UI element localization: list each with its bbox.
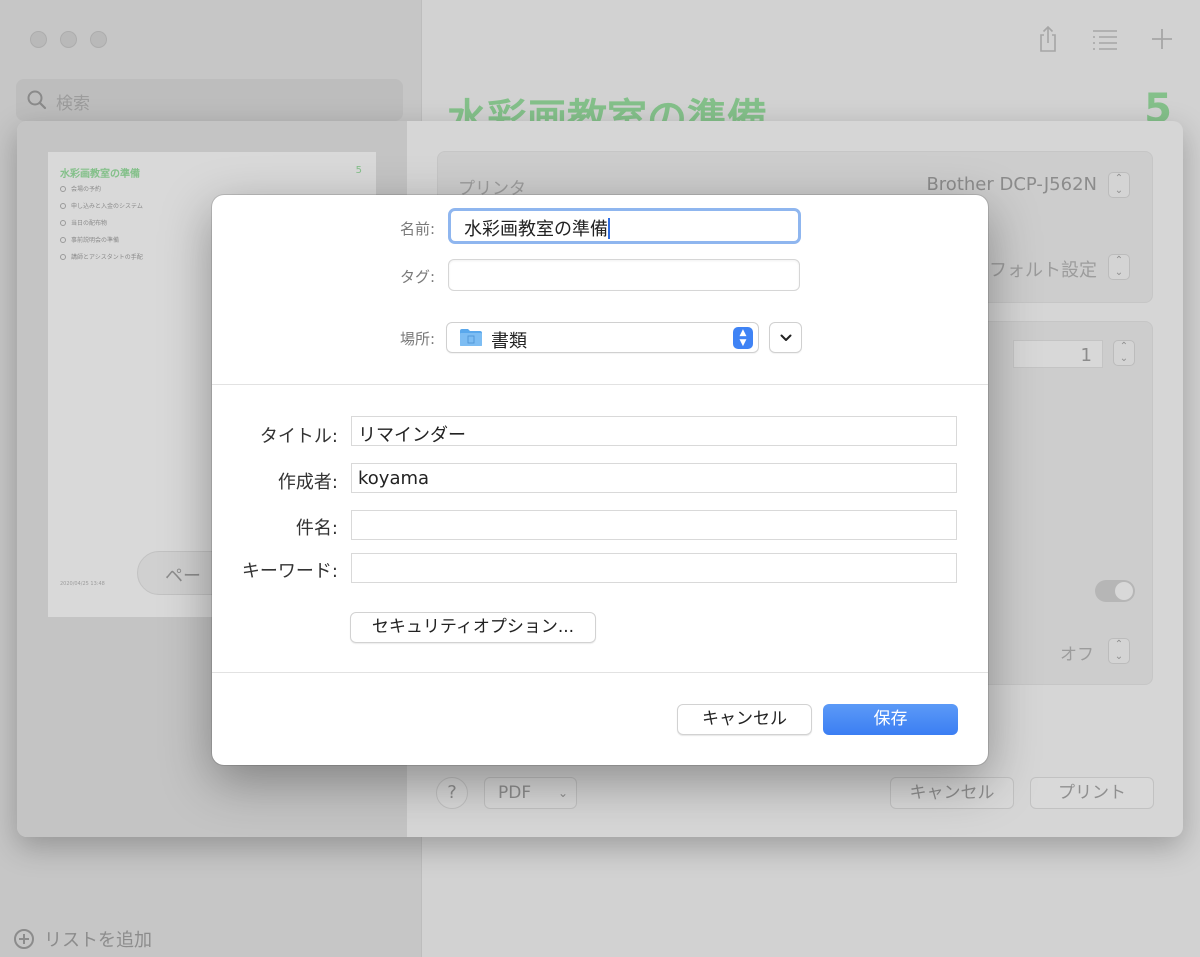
divider [212,384,988,385]
cancel-button[interactable]: キャンセル [677,704,812,735]
location-value: 書類 [491,331,527,352]
name-field[interactable]: 水彩画教室の準備 [448,208,801,244]
search-icon [27,90,47,110]
pdf-label: PDF [498,783,532,803]
off-select-arrows[interactable]: ⌃ ⌄ [1108,638,1130,664]
save-dialog: 名前: 水彩画教室の準備 タグ: 場所: 書類 ▲ ▼ タイトル: リマインダー … [212,195,988,765]
tags-field[interactable] [448,259,800,291]
keywords-label: キーワード: [241,561,338,582]
title-field[interactable]: リマインダー [351,416,957,446]
divider [212,672,988,673]
subject-label: 件名: [295,518,338,539]
location-select[interactable]: 書類 ▲ ▼ [446,322,759,353]
search-field[interactable]: 検索 [16,79,403,121]
preview-item: 申し込みと入金のシステム [60,201,143,210]
copies-field[interactable]: 1 [1013,340,1103,368]
print-cancel-button[interactable]: キャンセル [890,777,1014,809]
preview-title: 水彩画教室の準備 [60,169,140,180]
preview-footer: 2020/04/25 13:48 [60,581,105,587]
close-window-button[interactable] [30,31,47,48]
add-circle-icon [14,929,34,949]
help-button[interactable]: ? [436,777,468,809]
chevron-down-icon [780,334,791,341]
circle-icon [60,185,66,192]
add-icon[interactable] [1147,24,1177,54]
save-button[interactable]: 保存 [823,704,958,735]
preview-item: 講師とアシスタントの手配 [60,252,143,261]
two-sided-toggle[interactable] [1095,580,1135,602]
preview-item: 当日の配布物 [60,218,107,227]
add-list-label: リストを追加 [44,930,152,951]
location-label: 場所: [399,330,435,348]
list-format-icon[interactable] [1090,24,1120,54]
circle-icon [60,236,66,243]
preset-select[interactable]: フォルト設定 [989,256,1097,282]
pdf-menu-button[interactable]: PDF ⌄ [484,777,577,809]
chevron-down-icon: ⌄ [557,786,568,800]
name-value: 水彩画教室の準備 [464,219,608,240]
circle-icon [60,219,66,226]
text-caret [608,218,610,239]
off-select[interactable]: オフ [1060,640,1094,665]
printer-select-arrows[interactable]: ⌃ ⌄ [1108,172,1130,198]
copies-stepper[interactable]: ⌃ ⌄ [1113,340,1135,366]
preview-item: 事前説明会の準備 [60,235,119,244]
tags-label: タグ: [399,268,435,286]
preview-count: 5 [355,165,362,176]
printer-select[interactable]: Brother DCP-J562N [926,174,1097,195]
minimize-window-button[interactable] [60,31,77,48]
title-label: タイトル: [259,426,338,447]
share-icon[interactable] [1033,24,1063,54]
add-list-button[interactable]: リストを追加 [14,926,152,952]
circle-icon [60,253,66,260]
name-label: 名前: [399,220,435,238]
circle-icon [60,202,66,209]
keywords-field[interactable] [351,553,957,583]
author-label: 作成者: [277,472,338,493]
search-placeholder: 検索 [56,94,90,114]
preview-item: 会場の予約 [60,184,101,193]
print-button[interactable]: プリント [1030,777,1154,809]
author-field[interactable]: koyama [351,463,957,493]
folder-icon [460,329,482,346]
expand-browser-button[interactable] [769,322,802,353]
zoom-window-button[interactable] [90,31,107,48]
subject-field[interactable] [351,510,957,540]
security-options-button[interactable]: セキュリティオプション... [350,612,596,643]
updown-arrows-icon: ▲ ▼ [733,327,753,349]
preset-select-arrows[interactable]: ⌃ ⌄ [1108,254,1130,280]
